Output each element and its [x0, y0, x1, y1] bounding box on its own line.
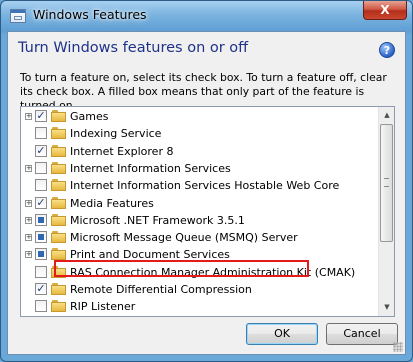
vertical-scrollbar[interactable]: ▲ ▼	[378, 107, 394, 316]
folder-icon	[51, 127, 67, 140]
feature-row[interactable]: ✓ Remote Differential Compression	[21, 282, 381, 298]
feature-checkbox[interactable]	[35, 127, 47, 140]
feature-label: Games	[70, 110, 109, 123]
expand-icon[interactable]: +	[25, 234, 32, 242]
folder-icon	[51, 213, 67, 227]
feature-checkbox[interactable]	[35, 300, 47, 313]
feature-checkbox[interactable]: ✓	[35, 196, 47, 209]
title-bar[interactable]: Windows Features X	[1, 1, 412, 32]
window-title: Windows Features	[33, 7, 147, 22]
feature-checkbox[interactable]: ✓	[35, 144, 47, 157]
folder-icon	[51, 144, 67, 158]
feature-row[interactable]: + ✓ Games	[21, 109, 381, 125]
expand-icon[interactable]: +	[25, 199, 32, 207]
expand-icon[interactable]: +	[25, 113, 32, 120]
feature-label: Indexing Service	[70, 127, 162, 141]
feature-row[interactable]: + Internet Information Services	[21, 161, 381, 177]
folder-icon	[51, 110, 67, 123]
feature-checkbox[interactable]	[35, 248, 47, 261]
close-button[interactable]: X	[363, 1, 407, 20]
msmq-highlight-box	[54, 260, 309, 277]
folder-icon	[51, 161, 67, 175]
scroll-thumb[interactable]	[380, 124, 393, 242]
dialog-body: Turn Windows features on or off ? To tur…	[7, 31, 406, 355]
expand-icon[interactable]: +	[25, 216, 32, 224]
feature-row[interactable]: + Microsoft Message Queue (MSMQ) Server	[21, 230, 381, 246]
feature-checkbox[interactable]	[35, 231, 47, 244]
scroll-down-arrow-icon[interactable]: ▼	[380, 300, 394, 315]
feature-label: RIP Listener	[70, 300, 136, 314]
feature-label: Internet Explorer 8	[70, 144, 174, 158]
feature-row[interactable]: Indexing Service	[21, 126, 381, 142]
expand-icon[interactable]: +	[25, 164, 32, 172]
resize-grip[interactable]	[393, 342, 403, 352]
window-app-icon	[10, 9, 26, 23]
feature-row[interactable]: ✓ Internet Explorer 8	[21, 144, 381, 160]
feature-row[interactable]: + ✓ Media Features	[21, 196, 381, 212]
feature-row[interactable]: RIP Listener	[21, 299, 381, 315]
feature-row[interactable]: Internet Information Services Hostable W…	[21, 178, 381, 194]
feature-label: Microsoft .NET Framework 3.5.1	[70, 213, 245, 227]
ok-button[interactable]: OK	[246, 323, 318, 345]
cancel-button[interactable]: Cancel	[326, 323, 398, 345]
feature-label: Internet Information Services Hostable W…	[70, 179, 340, 193]
scroll-up-arrow-icon[interactable]: ▲	[380, 108, 394, 123]
feature-checkbox[interactable]	[35, 161, 47, 174]
help-icon[interactable]: ?	[379, 42, 395, 58]
feature-checkbox[interactable]	[35, 213, 47, 226]
feature-checkbox[interactable]	[35, 265, 47, 278]
folder-icon	[51, 196, 67, 210]
feature-checkbox[interactable]	[35, 179, 47, 192]
feature-label: Internet Information Services	[70, 161, 231, 175]
windows-features-window: Windows Features X Turn Windows features…	[0, 0, 413, 362]
feature-checkbox[interactable]: ✓	[35, 110, 47, 122]
expand-icon[interactable]: +	[25, 251, 32, 259]
features-tree[interactable]: + ✓ Games Indexing Service ✓ Internet Explore…	[20, 106, 395, 317]
page-title: Turn Windows features on or off	[18, 40, 249, 56]
feature-checkbox[interactable]: ✓	[35, 283, 47, 295]
folder-icon	[51, 283, 67, 296]
folder-icon	[51, 300, 67, 313]
feature-label: Media Features	[70, 196, 154, 210]
feature-label: Remote Differential Compression	[70, 283, 252, 296]
folder-icon	[51, 179, 67, 192]
feature-row[interactable]: + Microsoft .NET Framework 3.5.1	[21, 213, 381, 229]
folder-icon	[51, 231, 67, 244]
feature-label: Microsoft Message Queue (MSMQ) Server	[70, 231, 298, 245]
